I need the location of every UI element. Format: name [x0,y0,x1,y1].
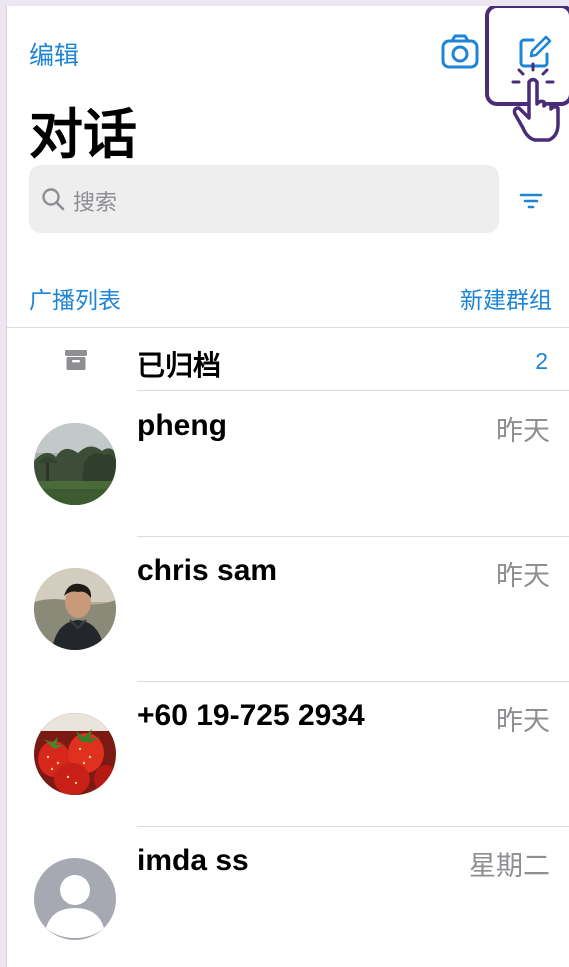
archived-count: 2 [535,348,548,374]
archived-row[interactable]: 已归档 2 [7,328,569,390]
chats-screen: 编辑 对话 搜索 广播列表 新建群组 已归档 2 pheng 昨天 chris … [6,6,569,967]
chat-time: 昨天 [496,561,550,591]
new-group-link[interactable]: 新建群组 [460,281,552,315]
avatar [34,568,116,650]
search-icon [42,188,65,211]
avatar [34,713,116,795]
person-photo [34,568,116,650]
chat-name: pheng [137,409,227,442]
avatar [34,423,116,505]
chat-name: imda ss [137,844,249,877]
hand-pointer-icon [511,62,560,142]
chat-name: +60 19-725 2934 [137,699,365,732]
camera-icon[interactable] [440,34,480,70]
broadcast-lists-link[interactable]: 广播列表 [29,281,121,315]
strawberry-photo [34,713,116,795]
page-title: 对话 [29,103,137,166]
archive-box-icon [65,350,87,370]
chat-row[interactable]: imda ss 星期二 [7,826,569,967]
chat-row[interactable]: chris sam 昨天 [7,536,569,681]
edit-button[interactable]: 编辑 [29,36,79,72]
search-placeholder: 搜索 [73,190,118,215]
landscape-photo [34,423,116,505]
chat-time: 星期二 [469,851,550,881]
chat-time: 昨天 [496,706,550,736]
chat-row[interactable]: pheng 昨天 [7,391,569,536]
chat-time: 昨天 [496,416,550,446]
chat-row[interactable]: +60 19-725 2934 昨天 [7,681,569,826]
search-input[interactable]: 搜索 [29,165,499,233]
avatar [34,858,116,940]
default-person-avatar [34,858,116,940]
filter-icon[interactable] [519,192,543,210]
chat-name: chris sam [137,554,278,587]
archived-label: 已归档 [137,349,222,382]
